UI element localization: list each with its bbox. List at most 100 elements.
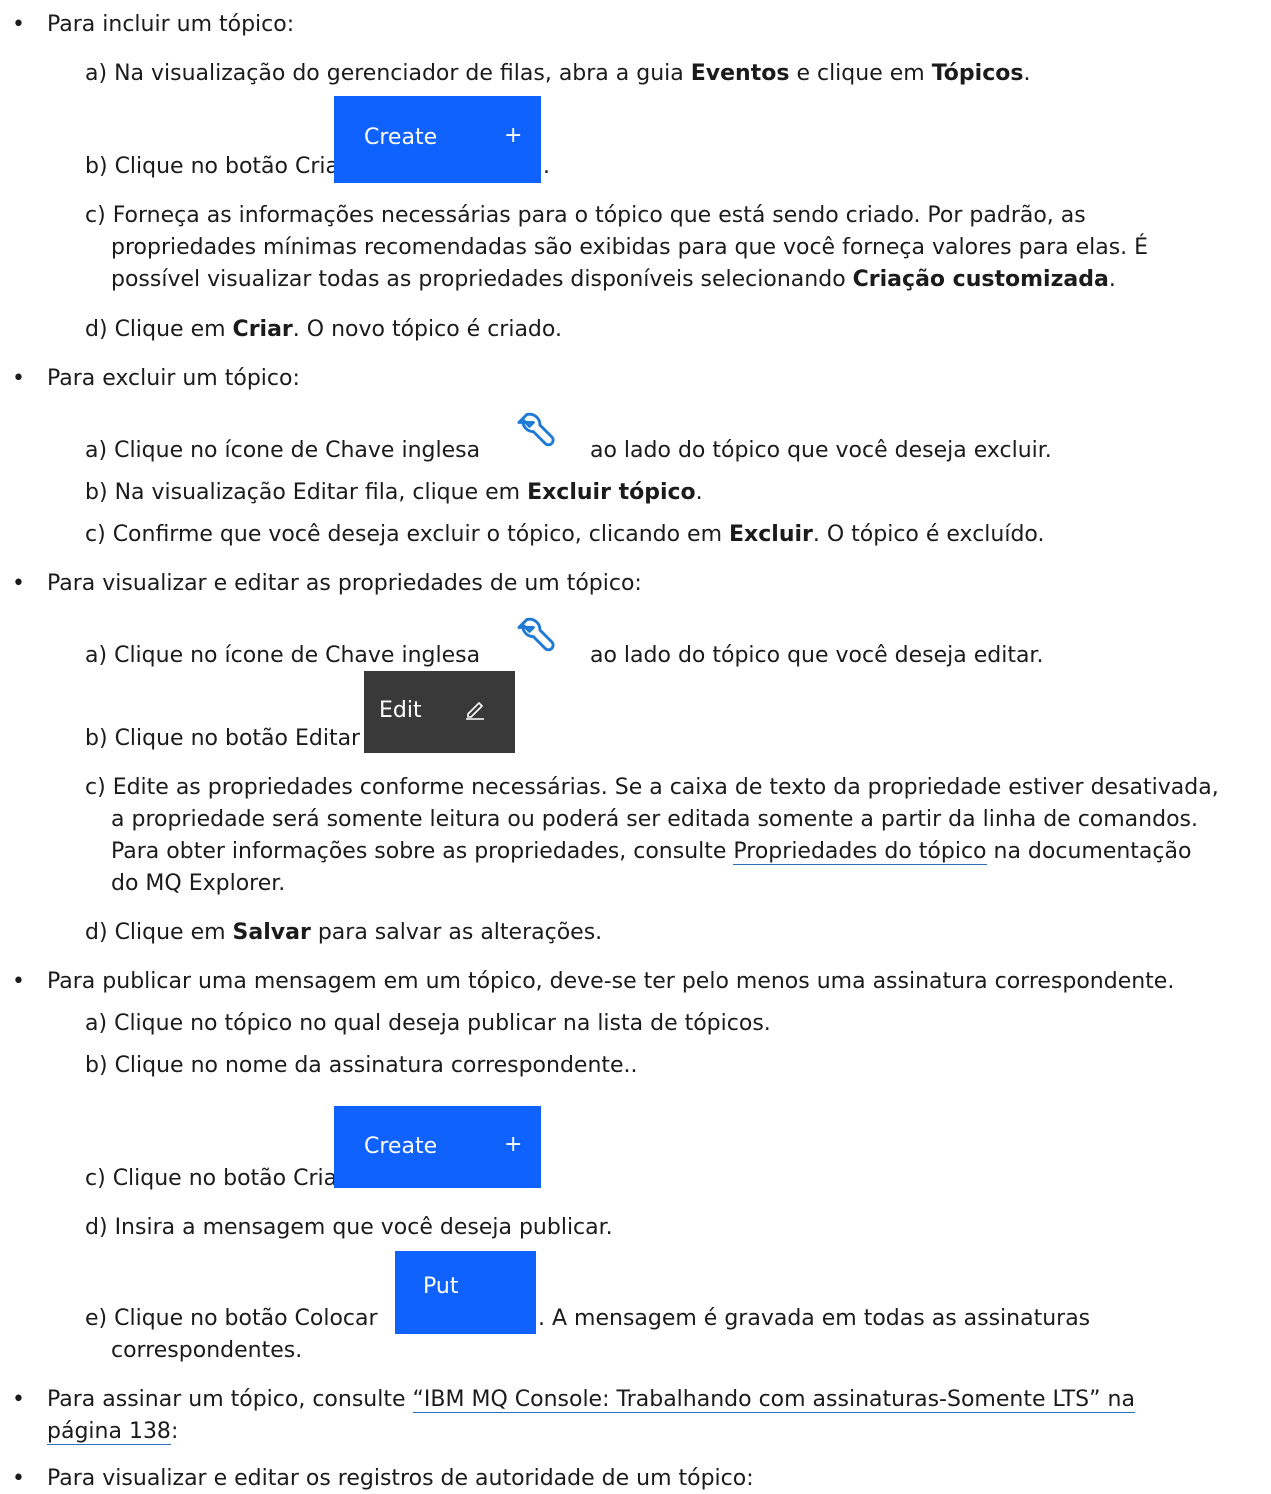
plus-icon: + [504, 1132, 523, 1157]
plus-icon: + [504, 123, 523, 148]
step-label: c) [85, 1166, 106, 1191]
step-text: ao lado do tópico que você deseja editar… [590, 643, 1044, 668]
bullet: • [12, 366, 25, 391]
step-text: Clique no ícone de Chave inglesa [114, 643, 481, 668]
step-text: Clique em [114, 317, 233, 342]
step-text: Clique no botão Criar [114, 154, 349, 179]
step-text: Para assinar um tópico, consulte [47, 1387, 413, 1412]
edit-step-c: c) Edite as propriedades conforme necess… [85, 773, 1219, 803]
delete-step-c: c) Confirme que você deseja excluir o tó… [85, 520, 1045, 550]
step-text: Clique no nome da assinatura corresponde… [114, 1053, 638, 1078]
publish-step-b: b) Clique no nome da assinatura correspo… [85, 1051, 638, 1081]
bullet: • [12, 1466, 25, 1491]
step-text: na documentação [986, 839, 1192, 864]
step-text: Clique no botão Colocar [114, 1306, 378, 1331]
step-text: possível visualizar todas as propriedade… [111, 267, 853, 292]
step-label: e) [85, 1306, 108, 1331]
add-step-b: b) Clique no botão Criar [85, 152, 348, 182]
publish-step-a: a) Clique no tópico no qual deseja publi… [85, 1009, 771, 1039]
pencil-icon [466, 702, 484, 720]
step-text: Clique no tópico no qual deseja publicar… [114, 1011, 771, 1036]
bold-term: Tópicos [931, 61, 1024, 86]
step-text: Clique em [114, 920, 233, 945]
step-label: b) [85, 1053, 108, 1078]
step-label: c) [85, 203, 106, 228]
delete-step-b: b) Na visualização Editar fila, clique e… [85, 478, 703, 508]
wrench-icon[interactable] [515, 408, 557, 450]
step-text: Na visualização Editar fila, clique em [114, 480, 528, 505]
subscribe-line2: página 138: [47, 1417, 178, 1447]
bold-term: Salvar [232, 920, 311, 945]
subscriptions-link[interactable]: “IBM MQ Console: Trabalhando com assinat… [412, 1387, 1135, 1413]
bold-term: Criar [232, 317, 293, 342]
step-text: Confirme que você deseja excluir o tópic… [112, 522, 730, 547]
delete-topic-intro: Para excluir um tópico: [47, 366, 300, 391]
create-button[interactable]: Create + [334, 1106, 541, 1188]
step-text: Insira a mensagem que você deseja public… [114, 1215, 613, 1240]
bold-term: Criação customizada [852, 267, 1109, 292]
edit-step-a: a) Clique no ícone de Chave inglesa [85, 641, 480, 671]
authority-intro: Para visualizar e editar os registros de… [47, 1466, 754, 1491]
edit-step-d: d) Clique em Salvar para salvar as alter… [85, 918, 602, 948]
bold-term: Excluir [729, 522, 813, 547]
step-label: c) [85, 522, 106, 547]
step-text: . [695, 480, 703, 505]
step-label: a) [85, 61, 108, 86]
publish-intro: Para publicar uma mensagem em um tópico,… [47, 969, 1175, 994]
step-text: . O novo tópico é criado. [292, 317, 562, 342]
step-text: Clique no botão Editar [114, 726, 361, 751]
step-text: . [1023, 61, 1031, 86]
put-button-label: Put [423, 1274, 459, 1299]
step-text: . O tópico é excluído. [812, 522, 1045, 547]
step-text: para salvar as alterações. [310, 920, 603, 945]
step-label: a) [85, 438, 108, 463]
step-label: b) [85, 154, 108, 179]
step-label: a) [85, 1011, 108, 1036]
add-step-a: a) Na visualização do gerenciador de fil… [85, 59, 1030, 89]
step-text: : [170, 1419, 179, 1444]
publish-step-e: e) Clique no botão Colocar [85, 1304, 378, 1334]
step-label: b) [85, 480, 108, 505]
edit-topic-intro: Para visualizar e editar as propriedades… [47, 571, 642, 596]
add-step-d: d) Clique em Criar. O novo tópico é cria… [85, 315, 562, 345]
step-text: a propriedade será somente leitura ou po… [111, 807, 1198, 832]
bold-term: Excluir tópico [527, 480, 696, 505]
add-step-c-line3: possível visualizar todas as propriedade… [111, 265, 1116, 295]
step-text: Clique no ícone de Chave inglesa [114, 438, 481, 463]
step-text: ao lado do tópico que você deseja exclui… [590, 438, 1052, 463]
create-button[interactable]: Create + [334, 96, 541, 183]
edit-step-c-line3: Para obter informações sobre as propried… [111, 837, 1191, 867]
delete-step-a: a) Clique no ícone de Chave inglesa [85, 436, 480, 466]
topic-properties-link[interactable]: Propriedades do tópico [733, 839, 987, 865]
step-text: Edite as propriedades conforme necessári… [112, 775, 1219, 800]
subscribe-line1: Para assinar um tópico, consulte “IBM MQ… [47, 1385, 1135, 1415]
step-text: Para obter informações sobre as propried… [111, 839, 734, 864]
edit-button-label: Edit [379, 698, 422, 723]
step-text: Clique no botão Criar [112, 1166, 347, 1191]
bullet: • [12, 969, 25, 994]
step-text: . [1108, 267, 1116, 292]
page-138-link[interactable]: página 138 [47, 1419, 171, 1445]
edit-step-b: b) Clique no botão Editar [85, 724, 360, 754]
edit-button[interactable]: Edit [364, 671, 515, 753]
bold-term: Eventos [690, 61, 790, 86]
step-label: a) [85, 643, 108, 668]
step-text: correspondentes. [111, 1338, 303, 1363]
step-text: . [543, 154, 550, 179]
step-text: . A mensagem é gravada em todas as assin… [538, 1306, 1091, 1331]
bullet: • [12, 12, 25, 37]
step-text: Na visualização do gerenciador de filas,… [114, 61, 691, 86]
step-text: Forneça as informações necessárias para … [112, 203, 1086, 228]
put-button[interactable]: Put [395, 1251, 536, 1334]
step-label: d) [85, 317, 108, 342]
step-label: c) [85, 775, 106, 800]
wrench-icon[interactable] [515, 613, 557, 655]
create-button-label: Create [364, 1134, 438, 1159]
create-button-label: Create [364, 125, 438, 150]
publish-step-c: c) Clique no botão Criar [85, 1164, 346, 1194]
add-topic-intro: Para incluir um tópico: [47, 12, 295, 37]
step-label: b) [85, 726, 108, 751]
step-text: propriedades mínimas recomendadas são ex… [111, 235, 1149, 260]
step-label: d) [85, 920, 108, 945]
add-step-c: c) Forneça as informações necessárias pa… [85, 201, 1086, 231]
